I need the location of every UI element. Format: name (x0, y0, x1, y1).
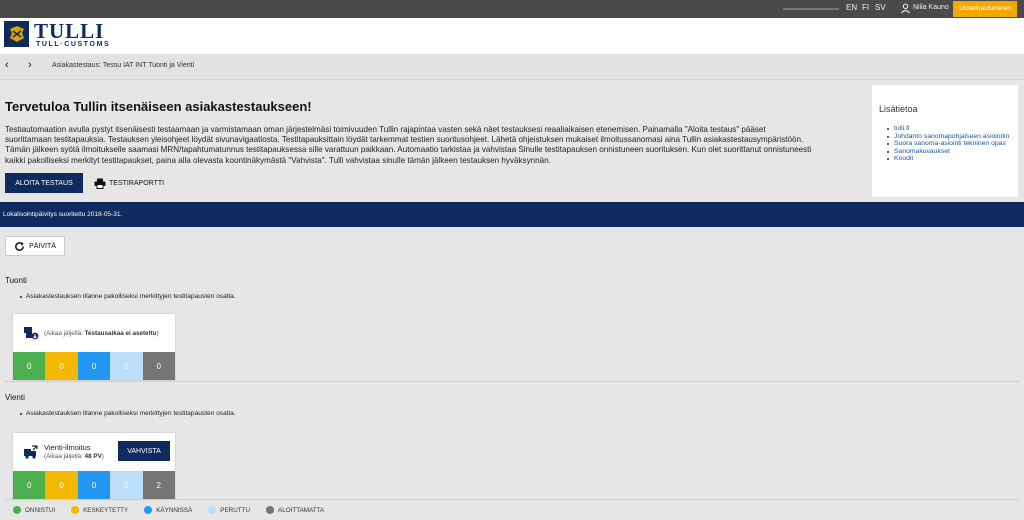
intro-line: suorittamaan testitapauksia. Testauksen … (5, 135, 804, 145)
legend-item-not-started: ALOITTAMATTA (266, 506, 324, 514)
count-success: 0 (13, 352, 46, 380)
import-status-card[interactable]: (Aikaa jäljellä: Testausaikaa ei asetett… (13, 314, 175, 380)
time-value: 48 PV (84, 453, 102, 460)
info-link[interactable]: tulli.fi (887, 125, 1012, 133)
intro-line: Tämän jälkeen syötä ilmoitukselle saamas… (5, 145, 812, 155)
count-cancelled: 0 (110, 352, 143, 380)
refresh-button[interactable]: PÄIVITÄ (5, 236, 65, 256)
test-report-label: TESTIRAPORTTI (109, 179, 165, 187)
time-suffix: ) (156, 330, 159, 337)
time-value: Testausaikaa ei asetettu (84, 330, 157, 337)
legend-label: PERUTTU (220, 506, 251, 514)
info-panel: Lisätietoa tulli.fi Johdanto sanomapohja… (872, 85, 1018, 197)
legend-label: ALOITTAMATTA (278, 506, 325, 514)
export-case-icon (24, 445, 38, 459)
import-status-counts: 0 0 0 0 0 (13, 352, 175, 380)
refresh-icon (15, 241, 24, 251)
info-links: tulli.fi Johdanto sanomapohjaiseen asioi… (887, 125, 1012, 163)
start-testing-button[interactable]: ALOITA TESTAUS (5, 173, 83, 193)
legend-dot (266, 506, 275, 514)
import-case-icon (24, 327, 39, 340)
time-suffix: ) (101, 453, 104, 460)
intro-line: Testiautomaation avulla pystyt itsenäise… (5, 125, 766, 134)
test-report-button[interactable]: TESTIRAPORTTI (94, 175, 164, 191)
legend-label: KESKEYTETTY (83, 506, 129, 514)
system-notice-line (783, 8, 839, 10)
top-bar: EN FI SV Niila Kauno Uloskirjautuminen (0, 0, 1024, 18)
info-panel-title: Lisätietoa (879, 104, 918, 114)
logo-title[interactable]: TULLI (34, 20, 104, 42)
count-interrupted: 0 (45, 471, 78, 499)
export-case-name: Vienti-ilmoitus (44, 443, 91, 452)
banner-text: Lokalisointipäivitys suoritettu 2018-05-… (3, 211, 123, 218)
language-en[interactable]: EN (846, 3, 857, 12)
count-running: 0 (77, 471, 111, 499)
breadcrumb: Asiakastestaus: Tessu IAT INT Tuonti ja … (52, 62, 195, 69)
printer-icon (94, 178, 106, 189)
page-title: Tervetuloa Tullin itsenäiseen asiakastes… (5, 99, 312, 114)
language-sv[interactable]: SV (875, 3, 886, 12)
info-link[interactable]: Suora sanoma-asiointi tekninen opas (887, 140, 1012, 148)
import-card-header: (Aikaa jäljellä: Testausaikaa ei asetett… (13, 314, 175, 352)
count-running: 0 (77, 352, 111, 380)
section-divider (5, 381, 1019, 382)
export-section-note: Asiakastestauksen tilanne pakolliseksi m… (20, 410, 236, 417)
tulli-emblem-icon[interactable] (4, 21, 29, 47)
export-card-header: Vienti-ilmoitus (Aikaa jäljellä: 48 PV) … (13, 433, 175, 471)
legend-dot (208, 506, 217, 514)
section-divider (5, 499, 1019, 500)
export-status-card[interactable]: Vienti-ilmoitus (Aikaa jäljellä: 48 PV) … (13, 433, 175, 499)
intro-line: kaikki pakolliseksi merkityt testitapauk… (5, 155, 551, 165)
intro-text: Testiautomaation avulla pystyt itsenäise… (5, 125, 860, 166)
confirm-button[interactable]: VAHVISTA (118, 441, 170, 461)
count-not-started: 0 (142, 352, 175, 380)
refresh-label: PÄIVITÄ (29, 242, 56, 250)
export-status-counts: 0 0 0 0 2 (13, 471, 175, 499)
back-icon[interactable]: ‹ (5, 59, 9, 71)
status-legend: ONNISTUI KESKEYTETTY KÄYNNISSÄ PERUTTU A… (13, 506, 324, 514)
legend-dot (144, 506, 153, 514)
time-prefix: (Aikaa jäljellä: (44, 453, 85, 460)
import-section-note: Asiakastestauksen tilanne pakolliseksi m… (20, 293, 236, 300)
site-header: TULLI TULL·CUSTOMS (0, 18, 1024, 54)
count-interrupted: 0 (45, 352, 78, 380)
user-name[interactable]: Niila Kauno (913, 4, 949, 11)
forward-icon[interactable]: › (28, 59, 32, 71)
import-time-remaining: (Aikaa jäljellä: Testausaikaa ei asetett… (44, 330, 159, 337)
info-link[interactable]: Koodit (887, 155, 1012, 163)
navigation-bar: ‹ › Asiakastestaus: Tessu IAT INT Tuonti… (0, 54, 1024, 80)
localization-banner: Lokalisointipäivitys suoritettu 2018-05-… (0, 202, 1024, 227)
import-section-title: Tuonti (5, 276, 27, 285)
legend-label: KÄYNNISSÄ (156, 506, 193, 514)
legend-dot (71, 506, 80, 514)
user-icon[interactable] (900, 3, 911, 14)
legend-label: ONNISTUI (25, 506, 56, 514)
info-link[interactable]: Johdanto sanomapohjaiseen asiointiin (887, 133, 1012, 141)
logout-button[interactable]: Uloskirjautuminen (953, 1, 1017, 17)
legend-item-interrupted: KESKEYTETTY (71, 506, 128, 514)
time-prefix: (Aikaa jäljellä: (44, 330, 85, 337)
customs-crest-icon (9, 26, 24, 42)
language-fi[interactable]: FI (862, 3, 869, 12)
export-time-remaining: (Aikaa jäljellä: 48 PV) (44, 453, 104, 460)
legend-dot (13, 506, 21, 514)
legend-item-cancelled: PERUTTU (208, 506, 250, 514)
logo-subtitle: TULL·CUSTOMS (36, 41, 111, 48)
export-section-title: Vienti (5, 393, 25, 402)
count-success: 0 (13, 471, 46, 499)
count-not-started: 2 (142, 471, 175, 499)
info-link[interactable]: Sanomakuvaukset (887, 148, 1012, 156)
count-cancelled: 0 (110, 471, 143, 499)
legend-item-running: KÄYNNISSÄ (144, 506, 192, 514)
legend-item-success: ONNISTUI (13, 506, 55, 514)
